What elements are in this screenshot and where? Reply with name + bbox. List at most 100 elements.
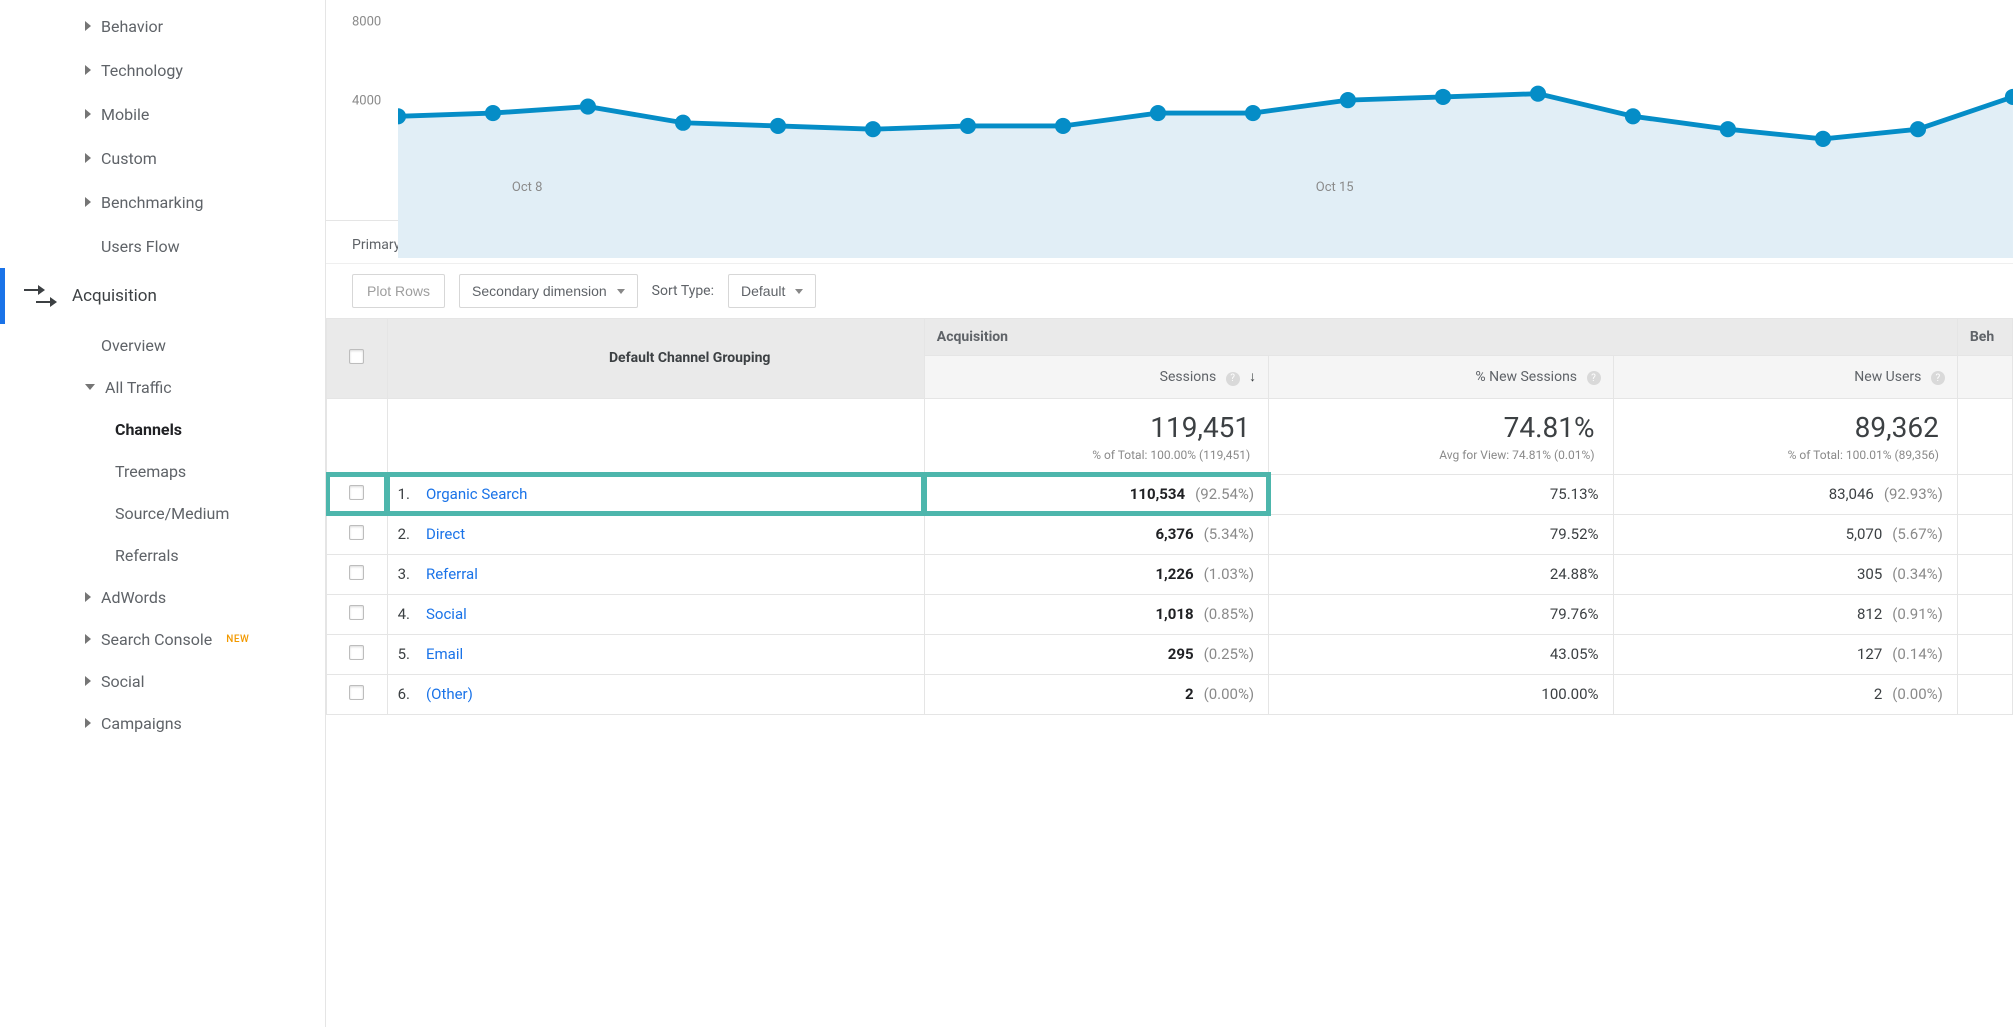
table-row: 6.(Other)2(0.00%)100.00%2(0.00%)	[327, 674, 2013, 714]
caret-right-icon	[85, 592, 91, 602]
nav-channels[interactable]: Channels	[85, 408, 325, 450]
ytick-4000: 4000	[352, 93, 381, 108]
sessions-cell: 1,018(0.85%)	[924, 594, 1268, 634]
pct-new-cell: 24.88%	[1269, 554, 1613, 594]
channel-link[interactable]: Referral	[426, 565, 478, 583]
caret-right-icon	[85, 718, 91, 728]
sort-type-dropdown[interactable]: Default	[728, 274, 816, 308]
new-users-cell: 5,070(5.67%)	[1613, 514, 1957, 554]
sidebar-item[interactable]: Users Flow	[85, 224, 325, 268]
channel-link[interactable]: Email	[426, 645, 463, 663]
nav-all-traffic[interactable]: All Traffic	[85, 366, 325, 408]
sessions-cell: 6,376(5.34%)	[924, 514, 1268, 554]
chart-svg	[398, 0, 2013, 258]
select-all-checkbox[interactable]	[349, 349, 364, 364]
xtick-0: Oct 8	[512, 180, 543, 195]
sessions-cell: 2(0.00%)	[924, 674, 1268, 714]
row-checkbox[interactable]	[349, 525, 364, 540]
dimension-cell: 2.Direct	[387, 514, 924, 554]
new-users-cell: 812(0.91%)	[1613, 594, 1957, 634]
main-content: 8000 4000 Oct 8 Oct 15 Primary Dimension…	[325, 0, 2013, 1027]
th-new-users[interactable]: New Users ?	[1613, 356, 1957, 399]
sort-type-label: Sort Type:	[652, 283, 714, 299]
th-sessions[interactable]: Sessions ? ↓	[924, 356, 1268, 399]
ytick-8000: 8000	[352, 14, 381, 29]
row-checkbox[interactable]	[349, 565, 364, 580]
sidebar-item[interactable]: Benchmarking	[85, 180, 325, 224]
xtick-1: Oct 15	[1316, 180, 1354, 195]
channel-link[interactable]: (Other)	[426, 685, 473, 703]
th-behavior-partial	[1957, 356, 2012, 399]
th-group-behavior: Beh	[1957, 319, 2012, 356]
sidebar: BehaviorTechnologyMobileCustomBenchmarki…	[0, 0, 325, 1027]
help-icon[interactable]: ?	[1587, 371, 1601, 385]
nav-acquisition[interactable]: Acquisition	[0, 268, 325, 324]
dimension-cell: 3.Referral	[387, 554, 924, 594]
new-users-cell: 305(0.34%)	[1613, 554, 1957, 594]
secondary-dimension-dropdown[interactable]: Secondary dimension	[459, 274, 638, 308]
caret-right-icon	[85, 197, 91, 207]
dimension-cell: 6.(Other)	[387, 674, 924, 714]
pct-new-cell: 43.05%	[1269, 634, 1613, 674]
nav-treemaps[interactable]: Treemaps	[85, 450, 325, 492]
nav-adwords[interactable]: AdWords	[85, 576, 325, 618]
total-new-users: 89,362 % of Total: 100.01% (89,356)	[1613, 398, 1957, 474]
th-pct-new-sessions[interactable]: % New Sessions ?	[1269, 356, 1613, 399]
sidebar-item[interactable]: Technology	[85, 48, 325, 92]
table-row: 5.Email295(0.25%)43.05%127(0.14%)	[327, 634, 2013, 674]
channel-link[interactable]: Social	[426, 605, 467, 623]
pct-new-cell: 75.13%	[1269, 474, 1613, 514]
total-pct-new: 74.81% Avg for View: 74.81% (0.01%)	[1269, 398, 1613, 474]
new-users-cell: 127(0.14%)	[1613, 634, 1957, 674]
new-badge: NEW	[226, 634, 249, 645]
sessions-cell: 1,226(1.03%)	[924, 554, 1268, 594]
caret-right-icon	[85, 65, 91, 75]
nav-overview[interactable]: Overview	[85, 324, 325, 366]
table-row: 2.Direct6,376(5.34%)79.52%5,070(5.67%)	[327, 514, 2013, 554]
sessions-cell: 110,534(92.54%)	[924, 474, 1268, 514]
th-checkbox	[327, 319, 388, 399]
nav-referrals[interactable]: Referrals	[85, 534, 325, 576]
pct-new-cell: 79.52%	[1269, 514, 1613, 554]
nav-campaigns[interactable]: Campaigns	[85, 702, 325, 744]
row-checkbox[interactable]	[349, 605, 364, 620]
th-group-acquisition: Acquisition	[924, 319, 1957, 356]
pct-new-cell: 100.00%	[1269, 674, 1613, 714]
dimension-cell: 5.Email	[387, 634, 924, 674]
caret-right-icon	[85, 153, 91, 163]
nav-social-section[interactable]: Social	[85, 660, 325, 702]
sidebar-item[interactable]: Mobile	[85, 92, 325, 136]
sort-desc-icon: ↓	[1249, 369, 1256, 385]
dimension-cell: 4.Social	[387, 594, 924, 634]
channel-link[interactable]: Direct	[426, 525, 465, 543]
table-row: 1.Organic Search110,534(92.54%)75.13%83,…	[327, 474, 2013, 514]
caret-down-icon	[617, 289, 625, 294]
caret-down-icon	[795, 289, 803, 294]
new-users-cell: 83,046(92.93%)	[1613, 474, 1957, 514]
caret-right-icon	[85, 109, 91, 119]
caret-right-icon	[85, 634, 91, 644]
plot-rows-button[interactable]: Plot Rows	[352, 274, 445, 308]
total-sessions: 119,451 % of Total: 100.00% (119,451)	[924, 398, 1268, 474]
caret-right-icon	[85, 676, 91, 686]
nav-source-medium[interactable]: Source/Medium	[85, 492, 325, 534]
controls-row: Plot Rows Secondary dimension Sort Type:…	[326, 264, 2013, 318]
dimension-cell: 1.Organic Search	[387, 474, 924, 514]
nav-search-console[interactable]: Search Console NEW	[85, 618, 325, 660]
channel-link[interactable]: Organic Search	[426, 485, 527, 503]
table-row: 4.Social1,018(0.85%)79.76%812(0.91%)	[327, 594, 2013, 634]
caret-down-icon	[85, 384, 95, 390]
th-dimension[interactable]: Default Channel Grouping	[387, 319, 924, 399]
help-icon[interactable]: ?	[1931, 371, 1945, 385]
sidebar-item[interactable]: Custom	[85, 136, 325, 180]
nav-acquisition-label: Acquisition	[72, 286, 157, 306]
sidebar-item[interactable]: Behavior	[85, 4, 325, 48]
row-checkbox[interactable]	[349, 485, 364, 500]
totals-row: 119,451 % of Total: 100.00% (119,451) 74…	[327, 398, 2013, 474]
sessions-chart: 8000 4000 Oct 8 Oct 15	[326, 0, 2013, 221]
channels-table: Default Channel Grouping Acquisition Beh…	[326, 318, 2013, 715]
row-checkbox[interactable]	[349, 645, 364, 660]
row-checkbox[interactable]	[349, 685, 364, 700]
help-icon[interactable]: ?	[1226, 372, 1240, 386]
sessions-cell: 295(0.25%)	[924, 634, 1268, 674]
